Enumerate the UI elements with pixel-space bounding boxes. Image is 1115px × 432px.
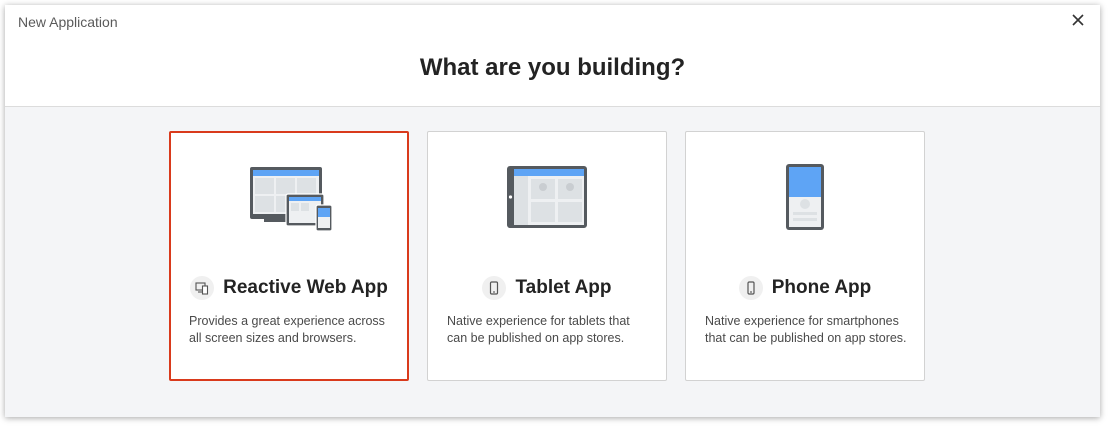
close-icon[interactable] bbox=[1068, 10, 1088, 30]
card-title: Tablet App bbox=[515, 277, 612, 298]
card-reactive-web-app[interactable]: Reactive Web App Provides a great experi… bbox=[169, 131, 409, 381]
phone-icon bbox=[738, 276, 763, 300]
card-title: Reactive Web App bbox=[223, 277, 388, 298]
card-description: Native experience for tablets that can b… bbox=[447, 314, 630, 345]
card-title-row: Reactive Web App bbox=[171, 275, 407, 301]
card-title: Phone App bbox=[771, 277, 872, 298]
card-title-row: Tablet App bbox=[428, 275, 666, 301]
dialog-header: New Application What are you building? bbox=[5, 5, 1100, 107]
card-description: Native experience for smartphones that c… bbox=[705, 314, 907, 345]
tablet-icon bbox=[482, 276, 507, 300]
new-application-dialog: New Application What are you building? R… bbox=[5, 5, 1100, 417]
tablet-app-illustration bbox=[428, 162, 666, 242]
card-phone-app[interactable]: Phone App Native experience for smartpho… bbox=[685, 131, 925, 381]
card-title-row: Phone App bbox=[686, 275, 924, 301]
card-description: Provides a great experience across all s… bbox=[189, 314, 385, 345]
reactive-web-app-illustration bbox=[171, 162, 407, 242]
responsive-devices-icon bbox=[190, 276, 215, 300]
card-tablet-app[interactable]: Tablet App Native experience for tablets… bbox=[427, 131, 667, 381]
page-heading: What are you building? bbox=[419, 54, 686, 81]
dialog-title: New Application bbox=[18, 14, 118, 30]
phone-app-illustration bbox=[686, 162, 924, 242]
